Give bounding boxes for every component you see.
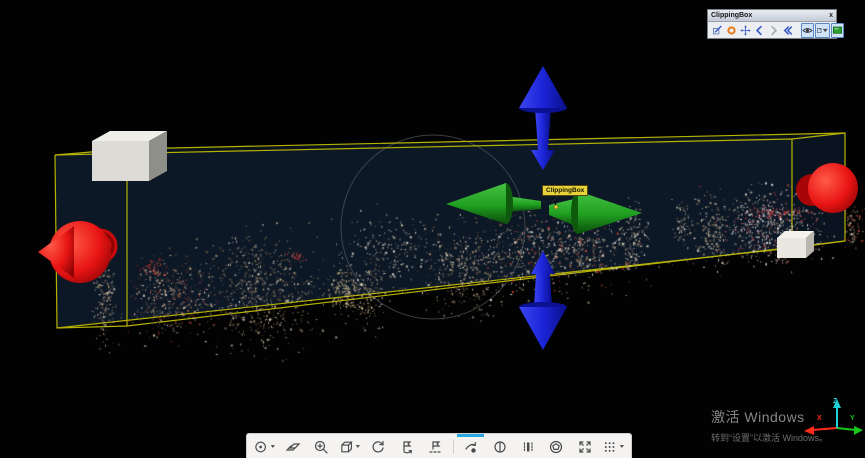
pivot-menu-button[interactable] [253,436,275,458]
scan-filter-button[interactable] [517,436,539,458]
y-min-clip-handle[interactable] [446,183,541,224]
grid-menu-button[interactable] [602,436,624,458]
sketch-tool-button[interactable] [460,436,482,458]
y-max-clip-handle[interactable] [549,191,642,234]
clippingbox-tag[interactable]: ClippingBox [542,185,588,196]
ring-handle-icon[interactable] [725,23,738,38]
lookat-tool-button[interactable] [396,436,418,458]
viewcube-menu-button[interactable] [339,436,361,458]
watermark-line1: 激活 Windows [711,407,828,427]
lighting-toggle-button[interactable] [489,436,511,458]
apply-clip-icon[interactable] [831,23,844,38]
move-clippingbox-icon[interactable] [739,23,752,38]
globe-view-button[interactable] [545,436,567,458]
clip-mode-icon[interactable] [815,23,830,38]
x-min-clip-handle[interactable] [38,221,113,283]
watermark-line2: 转到“设置”以激活 Windows。 [711,431,828,444]
zoom-tool-button[interactable] [310,436,332,458]
flag-view-button[interactable] [424,436,446,458]
visibility-icon[interactable] [801,23,814,38]
navigation-toolbar [246,433,632,458]
orbit-tool-button[interactable] [367,436,389,458]
y-axis-arrow [854,426,863,435]
edit-clippingbox-icon[interactable] [711,23,724,38]
step-forward-icon[interactable] [767,23,780,38]
z-axis-label: Z [833,398,838,405]
toolbar-separator [453,439,454,454]
clippingbox-palette[interactable]: ClippingBox x [707,9,837,39]
z-max-clip-handle[interactable] [519,66,567,170]
z-min-clip-handle[interactable] [519,251,567,350]
close-icon[interactable]: x [829,11,833,20]
y-axis-label: Y [850,415,855,422]
fit-view-button[interactable] [574,436,596,458]
x-max-clip-handle[interactable] [796,163,858,213]
step-back-icon[interactable] [753,23,766,38]
windows-activation-watermark: 激活 Windows 转到“设置”以激活 Windows。 [711,407,828,444]
clippingbox-palette-title: ClippingBox [711,10,752,21]
recap-viewport-window: X Y Z ClippingBox ClippingBox x 激活 Windo… [0,0,865,458]
clippingbox-palette-buttons [708,22,836,38]
clippingbox-palette-titlebar[interactable]: ClippingBox x [708,10,836,22]
gizmo-overlay: X Y Z [0,0,865,458]
pan-tool-button[interactable] [282,436,304,458]
box-corner-scale-handle-2[interactable] [777,231,814,258]
box-corner-scale-handle[interactable] [92,131,167,181]
reset-icon[interactable] [781,23,794,38]
